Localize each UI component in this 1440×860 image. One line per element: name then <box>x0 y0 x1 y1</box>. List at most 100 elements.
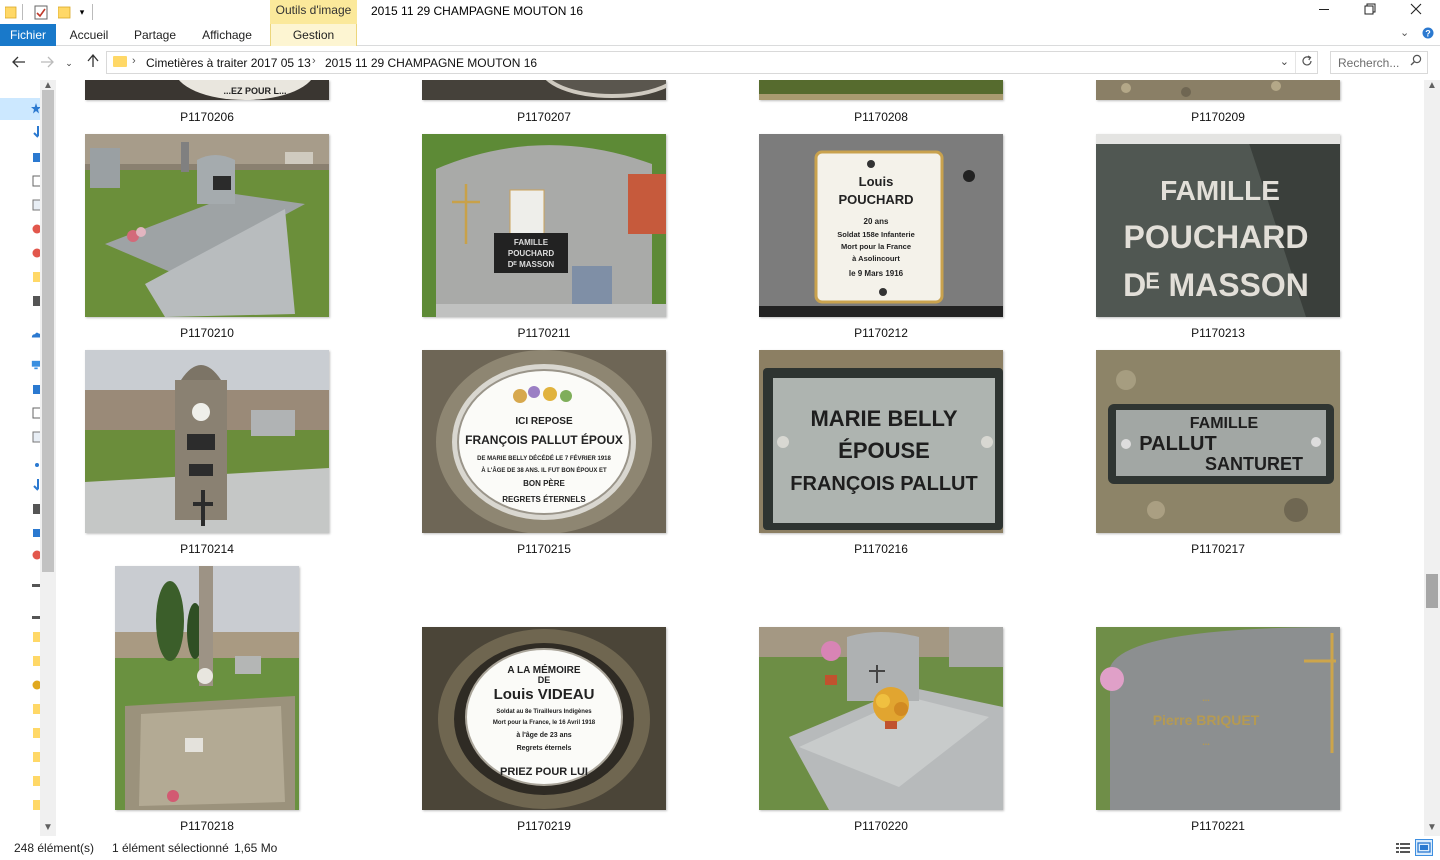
file-thumbnail[interactable] <box>1096 80 1340 100</box>
photo-inscription: à l'âge de 23 ans <box>516 732 571 739</box>
address-bar[interactable]: › Cimetières à traiter 2017 05 13 › 2015… <box>106 51 1318 74</box>
photo-inscription: ÉPOUSE <box>838 438 930 463</box>
expand-ribbon-icon[interactable]: ⌄ <box>1400 26 1409 39</box>
file-thumbnail[interactable] <box>759 80 1003 100</box>
properties-icon[interactable] <box>32 3 50 21</box>
file-thumbnail[interactable]: ICI REPOSE FRANÇOIS PALLUT ÉPOUX DE MARI… <box>422 350 666 533</box>
photo-inscription: ICI REPOSE <box>515 416 573 427</box>
restore-icon <box>1364 3 1376 15</box>
file-thumbnail[interactable] <box>85 350 329 533</box>
photo-inscription: Regrets éternels <box>517 745 572 752</box>
search-input[interactable] <box>1331 52 1407 73</box>
file-name[interactable]: P1170216 <box>759 542 1003 556</box>
file-name[interactable]: P1170218 <box>85 819 329 833</box>
file-list-scrollbar[interactable]: ▲ ▼ <box>1424 80 1440 836</box>
photo-inscription: Soldat 158e Infanterie <box>837 230 915 239</box>
photo-inscription: PRIEZ POUR LUI <box>500 766 588 778</box>
selection-size: 1,65 Mo <box>234 841 278 855</box>
file-thumbnail[interactable]: ... Pierre BRIQUET ... <box>1096 627 1340 810</box>
photo-inscription: BON PÈRE <box>523 479 565 488</box>
folder-icon <box>4 3 18 21</box>
forward-arrow-icon <box>41 56 54 68</box>
file-thumbnail[interactable]: A LA MÉMOIRE DE Louis VIDEAU Soldat au 8… <box>422 627 666 810</box>
file-name[interactable]: P1170212 <box>759 326 1003 340</box>
tab-manage[interactable]: Gestion <box>270 24 357 46</box>
recent-locations-button[interactable]: ⌄ <box>62 54 76 72</box>
photo-inscription: PALLUT <box>1139 433 1216 455</box>
scroll-up-icon[interactable]: ▲ <box>1424 80 1440 91</box>
file-thumbnail[interactable]: FAMILLE POUCHARD Dᴱ MASSON <box>422 134 666 317</box>
details-view-button[interactable] <box>1394 839 1412 856</box>
photo-inscription: POUCHARD <box>838 192 913 207</box>
tab-share[interactable]: Partage <box>128 24 182 46</box>
up-button[interactable] <box>83 53 103 72</box>
file-name[interactable]: P1170206 <box>85 110 329 124</box>
file-name[interactable]: P1170210 <box>85 326 329 340</box>
breadcrumb-chevron-icon[interactable]: › <box>132 55 136 67</box>
file-name[interactable]: P1170220 <box>759 819 1003 833</box>
minimize-button[interactable] <box>1301 0 1347 24</box>
file-thumbnail[interactable]: MARIE BELLY ÉPOUSE FRANÇOIS PALLUT <box>759 350 1003 533</box>
file-name[interactable]: P1170213 <box>1096 326 1340 340</box>
navigation-pane-scrollbar[interactable]: ▲ ▼ <box>40 80 56 836</box>
photo-inscription: Mort pour la France, le 16 Avril 1918 <box>493 720 596 726</box>
photo-inscription: REGRETS ÉTERNELS <box>502 495 586 504</box>
search-icon[interactable] <box>1410 54 1422 69</box>
photo-inscription: Dᴱ MASSON <box>508 260 555 269</box>
navigation-pane: ▲ ▼ <box>0 80 56 836</box>
tab-home[interactable]: Accueil <box>64 24 114 46</box>
search-box[interactable] <box>1330 51 1428 74</box>
navigation-pane-scroll-thumb[interactable] <box>42 90 54 572</box>
file-name[interactable]: P1170215 <box>422 542 666 556</box>
title-bar: ▾ Outils d'image 2015 11 29 CHAMPAGNE MO… <box>0 0 1440 24</box>
breadcrumb-chevron-icon[interactable]: › <box>312 55 316 67</box>
refresh-button[interactable] <box>1295 52 1317 73</box>
file-list-area: ...EZ POUR L... P1170206 P1170207 P11702… <box>56 80 1424 836</box>
file-name[interactable]: P1170221 <box>1096 819 1340 833</box>
breadcrumb-item-current[interactable]: 2015 11 29 CHAMPAGNE MOUTON 16 <box>325 56 537 70</box>
file-name[interactable]: P1170214 <box>85 542 329 556</box>
photo-inscription: FAMILLE <box>1190 415 1259 432</box>
file-name[interactable]: P1170209 <box>1096 110 1340 124</box>
file-thumbnail[interactable]: FAMILLE PALLUT SANTURET <box>1096 350 1340 533</box>
tab-view[interactable]: Affichage <box>196 24 258 46</box>
file-thumbnail[interactable]: Louis POUCHARD 20 ans Soldat 158e Infant… <box>759 134 1003 317</box>
file-thumbnail[interactable]: FAMILLE POUCHARD Dᴱ MASSON <box>1096 134 1340 317</box>
file-name[interactable]: P1170219 <box>422 819 666 833</box>
photo-inscription: 20 ans <box>864 217 889 226</box>
scroll-down-icon[interactable]: ▼ <box>40 822 56 833</box>
selection-count: 1 élément sélectionné <box>112 841 229 855</box>
back-button[interactable] <box>9 54 29 72</box>
photo-inscription: ... <box>1202 693 1210 703</box>
help-icon[interactable]: ? <box>1422 26 1434 43</box>
file-thumbnail[interactable] <box>85 134 329 317</box>
restore-button[interactable] <box>1347 0 1393 24</box>
file-thumbnail[interactable] <box>422 80 666 100</box>
breadcrumb-item-parent[interactable]: Cimetières à traiter 2017 05 13 <box>146 56 311 70</box>
address-history-dropdown[interactable]: ⌄ <box>1280 55 1289 68</box>
file-thumbnail[interactable] <box>759 627 1003 810</box>
file-name[interactable]: P1170207 <box>422 110 666 124</box>
customize-toolbar-icon[interactable]: ▾ <box>76 3 88 21</box>
tab-file[interactable]: Fichier <box>0 24 56 46</box>
photo-inscription: le 9 Mars 1916 <box>849 269 904 278</box>
file-list-scroll-thumb[interactable] <box>1426 574 1438 608</box>
close-icon <box>1410 3 1422 15</box>
window-title: 2015 11 29 CHAMPAGNE MOUTON 16 <box>371 4 584 18</box>
close-button[interactable] <box>1393 0 1439 24</box>
file-name[interactable]: P1170208 <box>759 110 1003 124</box>
photo-inscription: DE MARIE BELLY DÉCÉDÉ LE 7 FÉVRIER 1918 <box>477 454 611 462</box>
forward-button[interactable] <box>37 54 57 72</box>
file-thumbnail[interactable] <box>115 566 299 810</box>
file-name[interactable]: P1170217 <box>1096 542 1340 556</box>
file-thumbnail[interactable]: ...EZ POUR L... <box>85 80 329 100</box>
photo-inscription: Mort pour la France <box>841 242 911 251</box>
file-name[interactable]: P1170211 <box>422 326 666 340</box>
large-icons-view-button[interactable] <box>1415 839 1433 856</box>
photo-inscription: à Asolincourt <box>852 254 900 263</box>
scroll-down-icon[interactable]: ▼ <box>1424 822 1440 833</box>
new-folder-icon[interactable] <box>56 3 72 21</box>
up-arrow-icon <box>87 53 99 67</box>
photo-inscription: ...EZ POUR L... <box>223 86 286 96</box>
ribbon-tabs: Fichier Accueil Partage Affichage Gestio… <box>0 24 1440 46</box>
